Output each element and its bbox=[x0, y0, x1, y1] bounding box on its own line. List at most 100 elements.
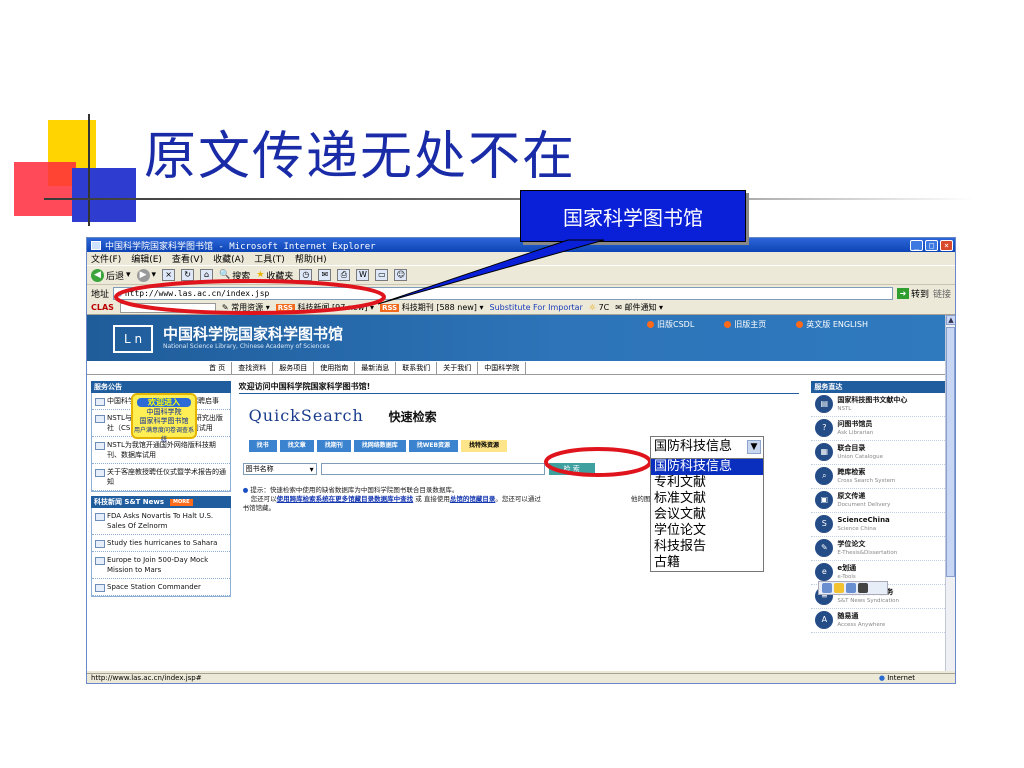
service-nstl[interactable]: ▤ 国家科技图书文献中心 NSTL bbox=[811, 393, 945, 417]
weather-link[interactable]: ☼ 7C bbox=[589, 303, 609, 312]
hint-text-a: 您还可以 bbox=[250, 495, 277, 503]
list-item[interactable]: Europe to Join 500-Day Mock Mission to M… bbox=[92, 552, 230, 579]
edit-icon[interactable]: W bbox=[356, 269, 370, 281]
menu-help[interactable]: 帮助(H) bbox=[295, 252, 327, 265]
smiley-icon[interactable] bbox=[834, 583, 844, 593]
remote-icon: A bbox=[815, 611, 834, 629]
nav-contact[interactable]: 联系我们 bbox=[396, 361, 438, 374]
list-item[interactable]: FDA Asks Novartis To Halt U.S. Sales Of … bbox=[92, 508, 230, 535]
menu-favorites[interactable]: 收藏(A) bbox=[213, 252, 244, 265]
thesis-icon: ✎ bbox=[815, 539, 834, 557]
toolbar: ◀ 后退 ▾ ▶ ▾ × ↻ ⌂ 🔍 搜索 ★ 收藏夹 ◷ ✉ ⎙ W ▭ ☺ bbox=[87, 265, 955, 285]
cross-search-link[interactable]: 使用跨库检索系统在更多馆藏目录数据库中查找 bbox=[277, 495, 414, 503]
list-item[interactable]: Study ties hurricanes to Sahara bbox=[92, 535, 230, 552]
messenger-icon[interactable]: ☺ bbox=[394, 269, 408, 281]
floating-toolbar[interactable] bbox=[818, 581, 888, 595]
common-resources-link[interactable]: ✎ 常用资源 ▾ bbox=[222, 302, 270, 313]
address-input[interactable]: ◉ http://www.las.ac.cn/index.jsp bbox=[113, 286, 893, 300]
history-icon[interactable]: ◷ bbox=[299, 269, 313, 281]
save-icon[interactable] bbox=[846, 583, 856, 593]
substitute-link[interactable]: Substitute For Importar bbox=[489, 303, 582, 312]
discuss-icon[interactable]: ▭ bbox=[375, 269, 389, 281]
close-button[interactable]: × bbox=[940, 239, 953, 251]
catalog-link[interactable]: 总馆的馆藏目录 bbox=[450, 495, 496, 503]
old-csdl-link[interactable]: 旧版CSDL bbox=[647, 319, 694, 330]
tool-icon[interactable] bbox=[822, 583, 832, 593]
nav-services[interactable]: 服务项目 bbox=[273, 361, 315, 374]
service-union-catalogue[interactable]: ▦ 联合目录 Union Catalogue bbox=[811, 441, 945, 465]
search-icon: 🔍 bbox=[219, 270, 231, 280]
tab-special[interactable]: 找特殊资源 bbox=[461, 440, 508, 452]
field-select[interactable]: 图书名称 bbox=[242, 463, 317, 475]
vertical-scrollbar[interactable]: ▲ bbox=[945, 315, 955, 671]
rss-news-label: 科技新闻 [97 new] bbox=[297, 303, 368, 312]
menu-edit[interactable]: 编辑(E) bbox=[131, 252, 162, 265]
service-en: Science China bbox=[837, 525, 877, 532]
promo-line1: 中国科学院 bbox=[146, 408, 182, 416]
user-icon[interactable] bbox=[858, 583, 868, 593]
home-icon[interactable]: ⌂ bbox=[200, 269, 214, 281]
rss-news-link[interactable]: RSS 科技新闻 [97 new] ▾ bbox=[275, 302, 374, 313]
nav-news[interactable]: 最新消息 bbox=[355, 361, 397, 374]
dropdown-selected[interactable]: 国防科技信息 ▼ bbox=[651, 437, 763, 459]
print-icon[interactable]: ⎙ bbox=[337, 269, 351, 281]
minimize-button[interactable]: _ bbox=[910, 239, 923, 251]
service-cn: 原文传递 bbox=[837, 491, 866, 500]
service-document-delivery[interactable]: ▣ 原文传递 Document Delivery bbox=[811, 489, 945, 513]
search-button[interactable]: 🔍 搜索 bbox=[219, 269, 250, 282]
tab-web[interactable]: 找WEB资源 bbox=[408, 440, 459, 452]
back-button[interactable]: ◀ 后退 ▾ bbox=[91, 268, 131, 282]
scroll-up-icon[interactable]: ▲ bbox=[946, 315, 955, 325]
tab-journals[interactable]: 找期刊 bbox=[316, 440, 351, 452]
service-access-anywhere[interactable]: A 随易通 Access Anywhere bbox=[811, 609, 945, 633]
menu-tools[interactable]: 工具(T) bbox=[254, 252, 285, 265]
nav-guide[interactable]: 使用指南 bbox=[314, 361, 356, 374]
list-item[interactable]: 关于客座教授聘任仪式暨学术报告的通知 bbox=[92, 464, 230, 491]
service-ask-librarian[interactable]: ? 问图书馆员 Ask Librarian bbox=[811, 417, 945, 441]
mail-icon[interactable]: ✉ bbox=[318, 269, 332, 281]
tab-articles[interactable]: 找文章 bbox=[279, 440, 314, 452]
favorites-button[interactable]: ★ 收藏夹 bbox=[256, 269, 293, 282]
dropdown-option[interactable]: 科技报告 bbox=[651, 539, 763, 555]
maximize-button[interactable]: □ bbox=[925, 239, 938, 251]
forward-button[interactable]: ▶ ▾ bbox=[136, 268, 156, 282]
english-link[interactable]: 英文版 ENGLISH bbox=[796, 319, 868, 330]
scroll-thumb[interactable] bbox=[946, 327, 955, 577]
old-home-link[interactable]: 旧版主页 bbox=[724, 319, 766, 330]
dropdown-option[interactable]: 学位论文 bbox=[651, 523, 763, 539]
search-input[interactable] bbox=[320, 463, 545, 475]
page-viewport: L n 中国科学院国家科学图书馆 National Science Librar… bbox=[87, 315, 955, 671]
service-science-china[interactable]: S ScienceChina Science China bbox=[811, 513, 945, 537]
refresh-icon[interactable]: ↻ bbox=[181, 269, 195, 281]
stop-icon[interactable]: × bbox=[162, 269, 176, 281]
nav-find[interactable]: 查找资料 bbox=[232, 361, 274, 374]
survey-promo-banner[interactable]: 欢迎进入 中国科学院 国家科学图书馆 用户满意度问卷调查系统 bbox=[131, 393, 197, 443]
more-button[interactable]: MORE bbox=[170, 498, 193, 506]
links-label[interactable]: 链接 bbox=[933, 287, 955, 300]
dropdown-option[interactable]: 标准文献 bbox=[651, 491, 763, 507]
search-button[interactable]: 检 索 bbox=[548, 463, 595, 475]
nav-home[interactable]: 首 页 bbox=[203, 361, 233, 374]
nav-cas[interactable]: 中国科学院 bbox=[478, 361, 527, 374]
service-thesis[interactable]: ✎ 学位论文 E-Thesis&Dissertation bbox=[811, 537, 945, 561]
special-resource-dropdown[interactable]: 国防科技信息 ▼ 国防科技信息 专利文献 标准文献 会议文献 学位论文 科技报告 … bbox=[650, 436, 764, 572]
dropdown-option[interactable]: 会议文献 bbox=[651, 507, 763, 523]
chevron-down-icon[interactable]: ▼ bbox=[747, 440, 761, 454]
list-item[interactable]: Space Station Commander bbox=[92, 579, 230, 596]
service-cross-search[interactable]: ⌕ 跨库检索 Cross Search System bbox=[811, 465, 945, 489]
menu-file[interactable]: 文件(F) bbox=[91, 252, 121, 265]
dropdown-option[interactable]: 专利文献 bbox=[651, 475, 763, 491]
status-zone: ● Internet bbox=[879, 674, 955, 683]
menu-view[interactable]: 查看(V) bbox=[172, 252, 203, 265]
nav-about[interactable]: 关于我们 bbox=[437, 361, 479, 374]
dropdown-option[interactable]: 古籍 bbox=[651, 555, 763, 571]
clas-search-field[interactable] bbox=[119, 302, 216, 313]
tab-databases[interactable]: 找网络数据库 bbox=[353, 440, 406, 452]
dropdown-option[interactable]: 国防科技信息 bbox=[651, 459, 763, 475]
clas-button[interactable]: CLAS bbox=[91, 303, 114, 312]
rss-journals-link[interactable]: RSS 科技期刊 [588 new] ▾ bbox=[380, 302, 483, 313]
tab-books[interactable]: 找书 bbox=[248, 440, 277, 452]
news-head: 科技新闻 S&T News MORE bbox=[91, 496, 231, 508]
go-button[interactable]: ➜ 转到 bbox=[896, 287, 929, 300]
mail-notify-link[interactable]: ✉ 邮件通知 ▾ bbox=[615, 302, 663, 313]
